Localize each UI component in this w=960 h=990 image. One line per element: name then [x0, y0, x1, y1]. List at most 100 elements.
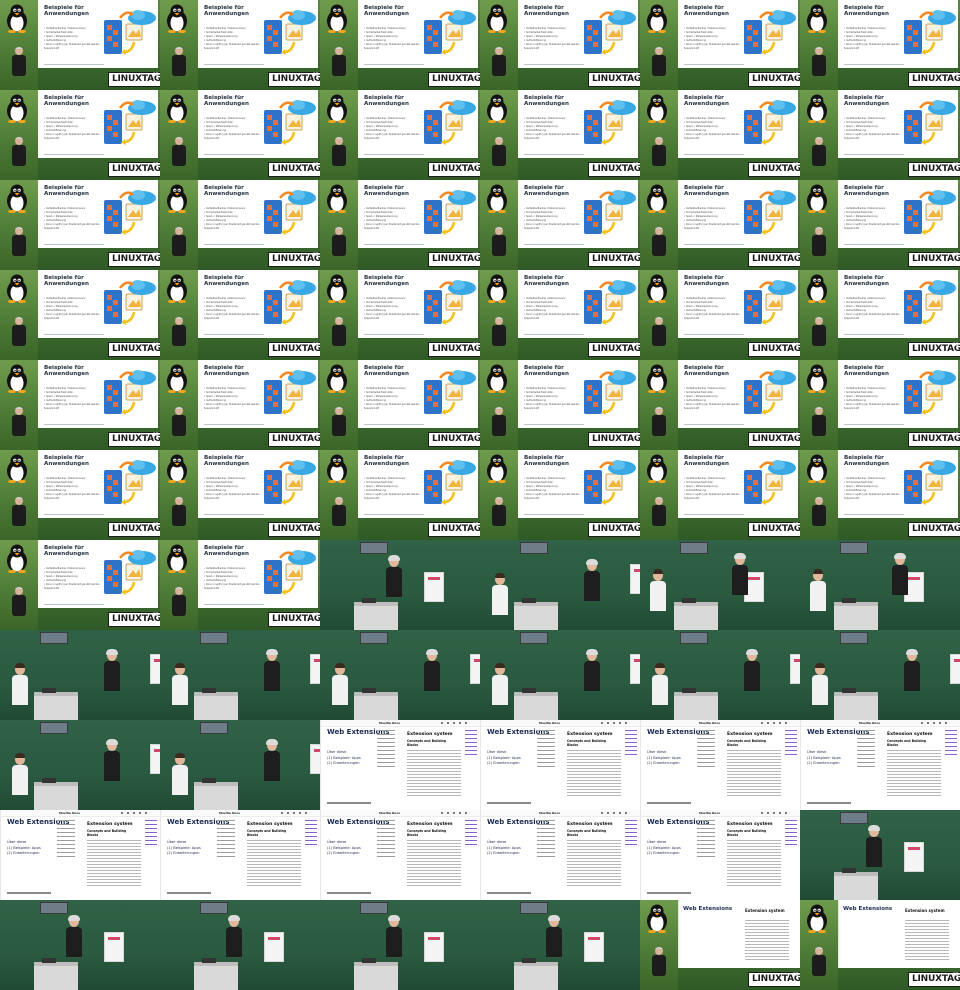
- docs-footnote: [7, 892, 51, 894]
- projector-screen: [40, 632, 68, 644]
- cloud-sync-illustration-icon: [578, 98, 640, 152]
- slide-footer-line: [204, 154, 264, 155]
- docs-menu: [441, 722, 471, 724]
- speaker-grey-hair: [892, 553, 908, 595]
- tux-penguin-icon: [324, 273, 350, 304]
- video-frame-slide: Beispiele für Anwendungen • Verteiltes Ba…: [640, 0, 800, 90]
- video-frame-slide: Beispiele für Anwendungen • Verteiltes Ba…: [0, 360, 160, 450]
- cloud-sync-illustration-icon: [578, 188, 640, 242]
- slide-bullet: Snapshot API: [684, 407, 700, 410]
- speaker-figure: [168, 406, 190, 436]
- docs-paragraph: [727, 750, 781, 796]
- person-body: [584, 571, 600, 601]
- logo-year: 25: [633, 432, 639, 437]
- video-frame-slide: Beispiele für Anwendungen • Verteiltes Ba…: [160, 360, 320, 450]
- slide-bullet-list: • Verteiltes Backup / Datenrecovery • Sic…: [364, 387, 424, 411]
- cloud-sync-illustration-icon: [898, 458, 960, 512]
- projector-screen: [840, 542, 868, 554]
- video-frame-slide: Beispiele für Anwendungen • Verteiltes Ba…: [480, 360, 640, 450]
- event-poster: [904, 842, 924, 872]
- slide-bullet-list: • Verteiltes Backup / Datenrecovery • Sic…: [364, 27, 424, 51]
- cloud-sync-illustration-icon: [578, 8, 640, 62]
- docs-menu: [761, 722, 791, 724]
- cloud-sync-illustration-icon: [418, 8, 480, 62]
- person-body: [264, 751, 280, 781]
- cloud-sync-illustration-icon: [418, 278, 480, 332]
- logo-year: 25: [633, 72, 639, 77]
- logo-year: 25: [793, 522, 799, 527]
- slide-bullet-list: • Verteiltes Backup / Datenrecovery • Sic…: [684, 297, 744, 321]
- video-frame-slide: Beispiele für Anwendungen • Verteiltes Ba…: [640, 270, 800, 360]
- slide-bullet: Snapshot API: [844, 47, 860, 50]
- logo-year: 25: [793, 162, 799, 167]
- person-hair: [495, 663, 505, 668]
- lectern: [354, 692, 398, 720]
- speaker-grey-hair: [264, 649, 280, 691]
- lectern: [34, 692, 78, 720]
- docs-section-subtitle: Concepts and Building Blocks: [247, 829, 287, 837]
- video-frame-stage: [640, 540, 800, 630]
- tux-penguin-icon: [4, 273, 30, 304]
- docs-table-of-contents: [945, 730, 957, 758]
- slide-bullet-list: • Verteiltes Backup / Datenrecovery • Sic…: [524, 117, 584, 141]
- person-body: [812, 675, 828, 705]
- tux-penguin-icon: [164, 363, 190, 394]
- slide-footer-line: [44, 334, 104, 335]
- video-frame-docs: Mozilla Docs Web Extensions Über diese (1) …: [640, 720, 800, 810]
- cloud-sync-illustration-icon: [738, 8, 800, 62]
- video-frame-stage: [480, 540, 640, 630]
- person-hair: [266, 739, 278, 745]
- slide-footer-line: [364, 424, 424, 425]
- video-frame-slide: Beispiele für Anwendungen • Verteiltes Ba…: [480, 180, 640, 270]
- person-body: [12, 765, 28, 795]
- speaker-figure: [168, 496, 190, 526]
- docs-paragraph: [87, 840, 141, 886]
- video-frame-slide: Beispiele für Anwendungen • Verteiltes Ba…: [160, 0, 320, 90]
- slide-bullet-list: • Verteiltes Backup / Datenrecovery • Sic…: [524, 477, 584, 501]
- cloud-sync-illustration-icon: [98, 368, 160, 422]
- person-hair: [906, 649, 918, 655]
- lectern: [674, 602, 718, 630]
- speaker-figure: [168, 136, 190, 166]
- person-body: [546, 927, 562, 957]
- docs-paragraph: [247, 840, 301, 886]
- cloud-sync-illustration-icon: [738, 458, 800, 512]
- event-poster: [150, 654, 160, 684]
- tux-penguin-icon: [324, 363, 350, 394]
- tux-penguin-icon: [324, 3, 350, 34]
- tux-penguin-icon: [164, 453, 190, 484]
- person-hair: [106, 649, 118, 655]
- slide-bullet: Snapshot API: [364, 317, 380, 320]
- logo-year: 25: [953, 342, 959, 347]
- speaker-figure: [488, 226, 510, 256]
- docs-paragraph: [745, 920, 789, 960]
- slide-bullet: Snapshot API: [844, 407, 860, 410]
- slide-footer-line: [524, 424, 584, 425]
- docs-paragraph: [567, 750, 621, 796]
- speaker-white-shirt: [812, 663, 828, 705]
- slide-footer-line: [524, 514, 584, 515]
- docs-section-title: Extension system: [567, 732, 613, 737]
- speaker-figure: [488, 136, 510, 166]
- slide-footer-line: [844, 514, 904, 515]
- docs-footnote: [487, 802, 531, 804]
- docs-link: (2) Erweiterungen: [7, 851, 40, 855]
- docs-footnote: [807, 802, 851, 804]
- docs-paragraph: [407, 750, 461, 796]
- event-poster: [470, 654, 480, 684]
- speaker-figure: [8, 316, 30, 346]
- video-frame-slide: Beispiele für Anwendungen • Verteiltes Ba…: [800, 90, 960, 180]
- slide-footer-line: [204, 244, 264, 245]
- lectern: [194, 692, 238, 720]
- docs-brand: Mozilla Docs: [379, 811, 401, 815]
- slide-bullet: Snapshot API: [844, 227, 860, 230]
- slide-bullet: Snapshot API: [204, 47, 220, 50]
- logo-year: 25: [633, 342, 639, 347]
- video-frame-slide: Beispiele für Anwendungen • Verteiltes Ba…: [0, 270, 160, 360]
- tux-penguin-icon: [644, 363, 670, 394]
- event-poster: [264, 932, 284, 962]
- slide-bullet: Snapshot API: [204, 587, 220, 590]
- docs-table-of-contents: [305, 820, 317, 848]
- video-frame-slide: Beispiele für Anwendungen • Verteiltes Ba…: [160, 450, 320, 540]
- docs-section-title: Extension system: [407, 822, 453, 827]
